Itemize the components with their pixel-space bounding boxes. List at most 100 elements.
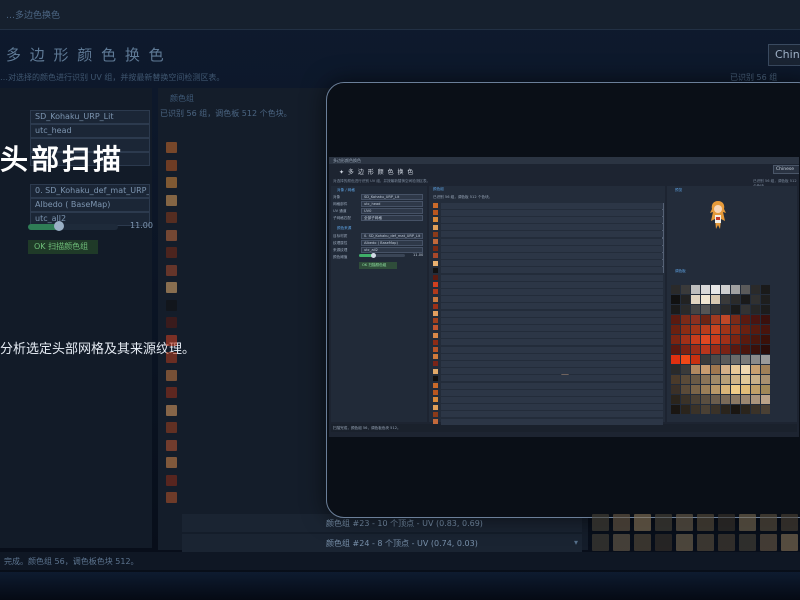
screen-color-group-row[interactable] xyxy=(441,216,663,223)
screen-palette-cell[interactable] xyxy=(711,325,720,334)
bg-field-material[interactable]: 0. SD_Kohaku_def_mat_URP_Lit xyxy=(30,184,150,198)
screen-color-group-row[interactable] xyxy=(441,332,663,339)
screen-palette-cell[interactable] xyxy=(731,365,740,374)
screen-color-group-row[interactable] xyxy=(441,238,663,245)
bg-scan-button[interactable]: OK 扫描颜色组 xyxy=(28,240,98,254)
screen-color-group-row[interactable] xyxy=(441,310,663,317)
screen-palette-cell[interactable] xyxy=(721,285,730,294)
screen-palette-cell[interactable] xyxy=(741,345,750,354)
screen-palette-cell[interactable] xyxy=(711,305,720,314)
screen-palette-cell[interactable] xyxy=(711,365,720,374)
bg-field-mesh[interactable]: utc_head xyxy=(30,124,150,138)
screen-palette-cell[interactable] xyxy=(681,375,690,384)
screen-palette-cell[interactable] xyxy=(731,305,740,314)
screen-color-group-row[interactable] xyxy=(441,288,663,295)
screen-palette-cell[interactable] xyxy=(691,375,700,384)
bg-palette-cell[interactable] xyxy=(592,514,609,531)
screen-palette-cell[interactable] xyxy=(671,355,680,364)
screen-threshold-slider[interactable] xyxy=(359,253,405,258)
screen-palette-cell[interactable] xyxy=(671,285,680,294)
screen-palette-cell[interactable] xyxy=(721,395,730,404)
screen-color-group-row[interactable] xyxy=(441,404,663,411)
screen-palette-cell[interactable] xyxy=(741,315,750,324)
screen-palette-cell[interactable] xyxy=(681,355,690,364)
screen-palette-cell[interactable] xyxy=(671,375,680,384)
screen-palette-cell[interactable] xyxy=(761,355,770,364)
screen-palette-cell[interactable] xyxy=(701,315,710,324)
screen-palette-cell[interactable] xyxy=(741,295,750,304)
screen-palette-cell[interactable] xyxy=(691,355,700,364)
screen-palette-cell[interactable] xyxy=(701,405,710,414)
screen-palette-cell[interactable] xyxy=(741,375,750,384)
bg-palette-cell[interactable] xyxy=(718,514,735,531)
screen-palette-cell[interactable] xyxy=(761,405,770,414)
bg-palette-cell[interactable] xyxy=(634,534,651,551)
bg-threshold-slider[interactable] xyxy=(28,221,118,231)
screen-field-material[interactable]: 0. SD_Kohaku_def_mat_URP_Lit xyxy=(361,233,423,239)
screen-palette-cell[interactable] xyxy=(761,285,770,294)
screen-palette-cell[interactable] xyxy=(761,345,770,354)
screen-color-group-row[interactable] xyxy=(441,382,663,389)
screen-palette-cell[interactable] xyxy=(741,285,750,294)
bg-palette-cell[interactable] xyxy=(697,534,714,551)
screen-palette-cell[interactable] xyxy=(711,315,720,324)
bg-palette-cell[interactable] xyxy=(697,514,714,531)
screen-color-group-row[interactable] xyxy=(441,296,663,303)
screen-palette-cell[interactable] xyxy=(701,385,710,394)
screen-palette-cell[interactable] xyxy=(741,365,750,374)
screen-palette-cell[interactable] xyxy=(681,405,690,414)
bg-palette-cell[interactable] xyxy=(760,514,777,531)
screen-color-group-row[interactable] xyxy=(441,375,663,382)
screen-palette-cell[interactable] xyxy=(751,365,760,374)
screen-palette-cell[interactable] xyxy=(691,345,700,354)
screen-palette-cell[interactable] xyxy=(691,285,700,294)
bg-language-select[interactable]: Chinese xyxy=(768,44,800,66)
screen-palette-cell[interactable] xyxy=(691,405,700,414)
screen-palette-cell[interactable] xyxy=(711,285,720,294)
screen-palette-cell[interactable] xyxy=(721,315,730,324)
screen-palette-cell[interactable] xyxy=(721,325,730,334)
screen-palette-cell[interactable] xyxy=(681,305,690,314)
bg-field-texture-prop[interactable]: Albedo ( BaseMap) xyxy=(30,198,150,212)
screen-palette-cell[interactable] xyxy=(751,395,760,404)
screen-language-select[interactable]: Chinese xyxy=(773,165,799,174)
screen-palette-cell[interactable] xyxy=(751,335,760,344)
screen-palette-cell[interactable] xyxy=(691,385,700,394)
screen-palette-cell[interactable] xyxy=(721,405,730,414)
screen-palette-cell[interactable] xyxy=(721,295,730,304)
screen-palette-cell[interactable] xyxy=(701,305,710,314)
screen-palette-cell[interactable] xyxy=(721,345,730,354)
screen-color-group-row[interactable] xyxy=(441,274,663,281)
screen-palette-cell[interactable] xyxy=(671,405,680,414)
screen-color-group-row[interactable] xyxy=(441,303,663,310)
screen-palette-cell[interactable] xyxy=(671,395,680,404)
screen-color-group-row[interactable] xyxy=(441,202,663,209)
screen-scan-button[interactable]: OK 扫描颜色组 xyxy=(359,262,397,269)
screen-palette-cell[interactable] xyxy=(751,305,760,314)
screen-color-group-row[interactable] xyxy=(441,418,663,425)
screen-palette-cell[interactable] xyxy=(731,295,740,304)
screen-palette-cell[interactable] xyxy=(741,385,750,394)
screen-palette-cell[interactable] xyxy=(711,295,720,304)
screen-field-object[interactable]: SD_Kohaku_URP_Lit xyxy=(361,194,423,200)
screen-field-submesh[interactable]: 全部子网格 xyxy=(361,215,423,221)
screen-field-source-texture[interactable]: utc_all2 xyxy=(361,247,423,253)
screen-palette-cell[interactable] xyxy=(701,395,710,404)
screen-palette-cell[interactable] xyxy=(751,385,760,394)
screen-palette-cell[interactable] xyxy=(741,335,750,344)
screen-palette-cell[interactable] xyxy=(761,325,770,334)
screen-palette-cell[interactable] xyxy=(731,375,740,384)
screen-palette-cell[interactable] xyxy=(741,395,750,404)
screen-palette-cell[interactable] xyxy=(751,295,760,304)
screen-palette-cell[interactable] xyxy=(691,295,700,304)
screen-palette-cell[interactable] xyxy=(711,405,720,414)
screen-palette-cell[interactable] xyxy=(681,335,690,344)
screen-palette-cell[interactable] xyxy=(701,325,710,334)
screen-palette-cell[interactable] xyxy=(761,295,770,304)
screen-palette-cell[interactable] xyxy=(701,375,710,384)
screen-color-group-row[interactable] xyxy=(441,389,663,396)
bg-palette-cell[interactable] xyxy=(634,514,651,531)
screen-palette-cell[interactable] xyxy=(731,285,740,294)
screen-palette-cell[interactable] xyxy=(731,405,740,414)
bg-palette-cell[interactable] xyxy=(592,534,609,551)
